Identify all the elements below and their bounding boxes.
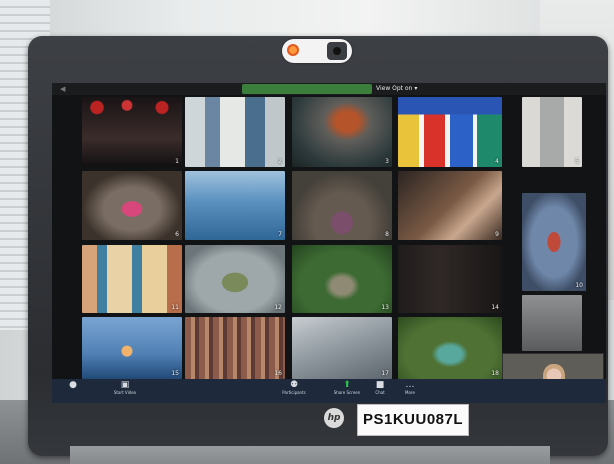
tile-number: 17 — [381, 370, 389, 377]
video-tile[interactable]: 10 — [522, 193, 586, 291]
toolbar-label: Share Screen — [333, 390, 361, 395]
tile-number: 18 — [491, 370, 499, 377]
asset-tag-label: PS1KUU087L — [357, 404, 469, 436]
tile-number: 16 — [274, 370, 282, 377]
tile-number: 5 — [575, 158, 579, 165]
chat-button[interactable]: ■ Chat — [365, 380, 395, 396]
view-option-button[interactable]: View Opt on ▾ — [376, 83, 417, 94]
tile-number: 1 — [175, 158, 179, 165]
video-tile[interactable]: 6 — [82, 171, 182, 240]
video-tile[interactable]: 9 — [398, 171, 502, 240]
meeting-info-banner[interactable] — [242, 84, 372, 94]
video-tile[interactable]: 17 — [292, 317, 392, 379]
video-camera-icon: ▣ — [120, 380, 130, 390]
tile-number: 11 — [171, 304, 179, 311]
tile-number: 7 — [278, 231, 282, 238]
video-tile[interactable]: 7 — [185, 171, 285, 240]
share-screen-icon: ⬆ — [343, 380, 351, 390]
tile-number: 4 — [495, 158, 499, 165]
participants-icon: ⚉ — [289, 380, 299, 390]
participants-button[interactable]: ⚉ Participants — [279, 380, 309, 396]
chat-icon: ■ — [375, 380, 385, 390]
meeting-toolbar: ● ▣ Start Video ⚉ Participants ⬆ Share Screen ■… — [52, 379, 606, 403]
tile-number: 14 — [491, 304, 499, 311]
video-tile[interactable]: 16 — [185, 317, 285, 379]
toolbar-label: Participants — [282, 390, 306, 395]
video-tile[interactable]: 4 — [398, 97, 502, 167]
video-tile[interactable]: 13 — [292, 245, 392, 313]
tile-number: 9 — [495, 231, 499, 238]
more-icon: … — [405, 380, 415, 390]
laptop-base — [70, 446, 550, 464]
tile-number: 2 — [278, 158, 282, 165]
share-screen-button[interactable]: ⬆ Share Screen — [332, 380, 362, 396]
tile-number: 13 — [381, 304, 389, 311]
mute-button[interactable]: ● — [58, 380, 88, 390]
tile-number: 3 — [385, 158, 389, 165]
tile-number: 12 — [274, 304, 282, 311]
video-tile[interactable]: 5 — [522, 97, 582, 167]
video-tile[interactable] — [522, 295, 582, 351]
laptop-screen: ◀ View Opt on ▾ 1 2 3 4 5 6 7 8 9 10 11 12 13 14 15 16 1… — [52, 83, 606, 403]
video-tile[interactable]: 12 — [185, 245, 285, 313]
hp-logo: hp — [324, 408, 344, 428]
toolbar-label: Start Video — [113, 390, 137, 395]
webcam-cover-logo-icon — [287, 44, 299, 56]
video-tile[interactable]: 2 — [185, 97, 285, 167]
start-video-button[interactable]: ▣ Start Video — [110, 380, 140, 396]
back-arrow-icon[interactable]: ◀ — [60, 85, 68, 93]
tile-number: 15 — [171, 370, 179, 377]
toolbar-label: More — [405, 390, 415, 395]
video-tile[interactable]: 8 — [292, 171, 392, 240]
tile-number: 10 — [575, 282, 583, 289]
video-tile[interactable]: 18 — [398, 317, 502, 379]
tile-number: 6 — [175, 231, 179, 238]
more-button[interactable]: … More — [395, 380, 425, 396]
video-tile[interactable]: 11 — [82, 245, 182, 313]
video-tile[interactable]: 14 — [398, 245, 502, 313]
tile-number: 8 — [385, 231, 389, 238]
video-tile[interactable]: 3 — [292, 97, 392, 167]
webcam-lens-icon — [327, 42, 347, 60]
toolbar-label: Chat — [375, 390, 385, 395]
video-tile[interactable]: 15 — [82, 317, 182, 379]
microphone-icon: ● — [69, 380, 77, 390]
video-tile[interactable]: 1 — [82, 97, 182, 167]
